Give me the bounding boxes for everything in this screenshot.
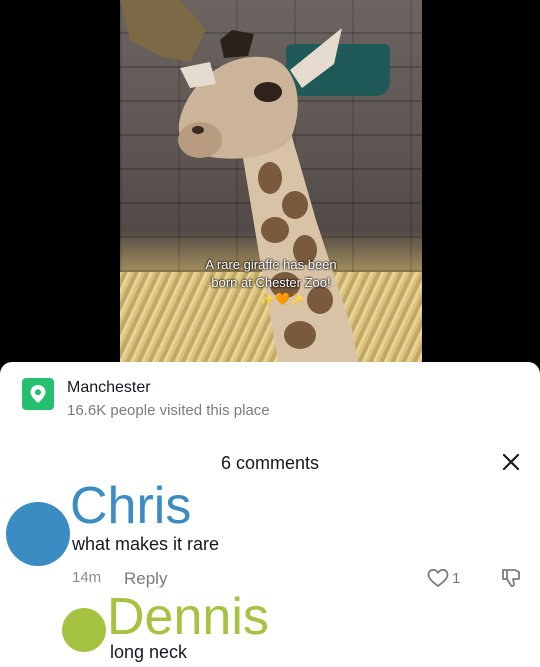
avatar[interactable]	[62, 608, 106, 652]
location-pin-icon	[22, 378, 54, 410]
like-count: 1	[452, 569, 461, 587]
caption-line-2: born at Chester Zoo!	[211, 275, 331, 290]
dislike-button[interactable]	[500, 567, 522, 594]
like-button[interactable]: 1	[427, 568, 460, 588]
comments-title: 6 comments	[220, 453, 320, 473]
comment-text: long neck	[110, 642, 188, 662]
heart-icon	[427, 568, 449, 588]
video-player[interactable]: A rare giraffe has been born at Chester …	[120, 0, 422, 372]
location-visitors: 16.6K people visited this place	[67, 402, 270, 419]
reply-button[interactable]: Reply	[124, 569, 167, 589]
caption-emoji: ✨🧡✨	[260, 292, 305, 306]
video-caption: A rare giraffe has been born at Chester …	[120, 256, 422, 292]
location-tag[interactable]	[22, 378, 54, 410]
comment-author[interactable]: Dennis	[107, 587, 269, 647]
caption-line-1: A rare giraffe has been	[205, 257, 337, 272]
avatar[interactable]	[6, 502, 70, 566]
thumbs-down-icon	[502, 569, 520, 587]
comment-age: 14m	[72, 569, 102, 586]
close-icon[interactable]	[500, 451, 522, 473]
comment-text: what makes it rare	[72, 534, 220, 554]
location-name[interactable]: Manchester	[67, 379, 151, 397]
giraffe-image	[120, 0, 360, 372]
comment-author[interactable]: Chris	[70, 476, 191, 536]
